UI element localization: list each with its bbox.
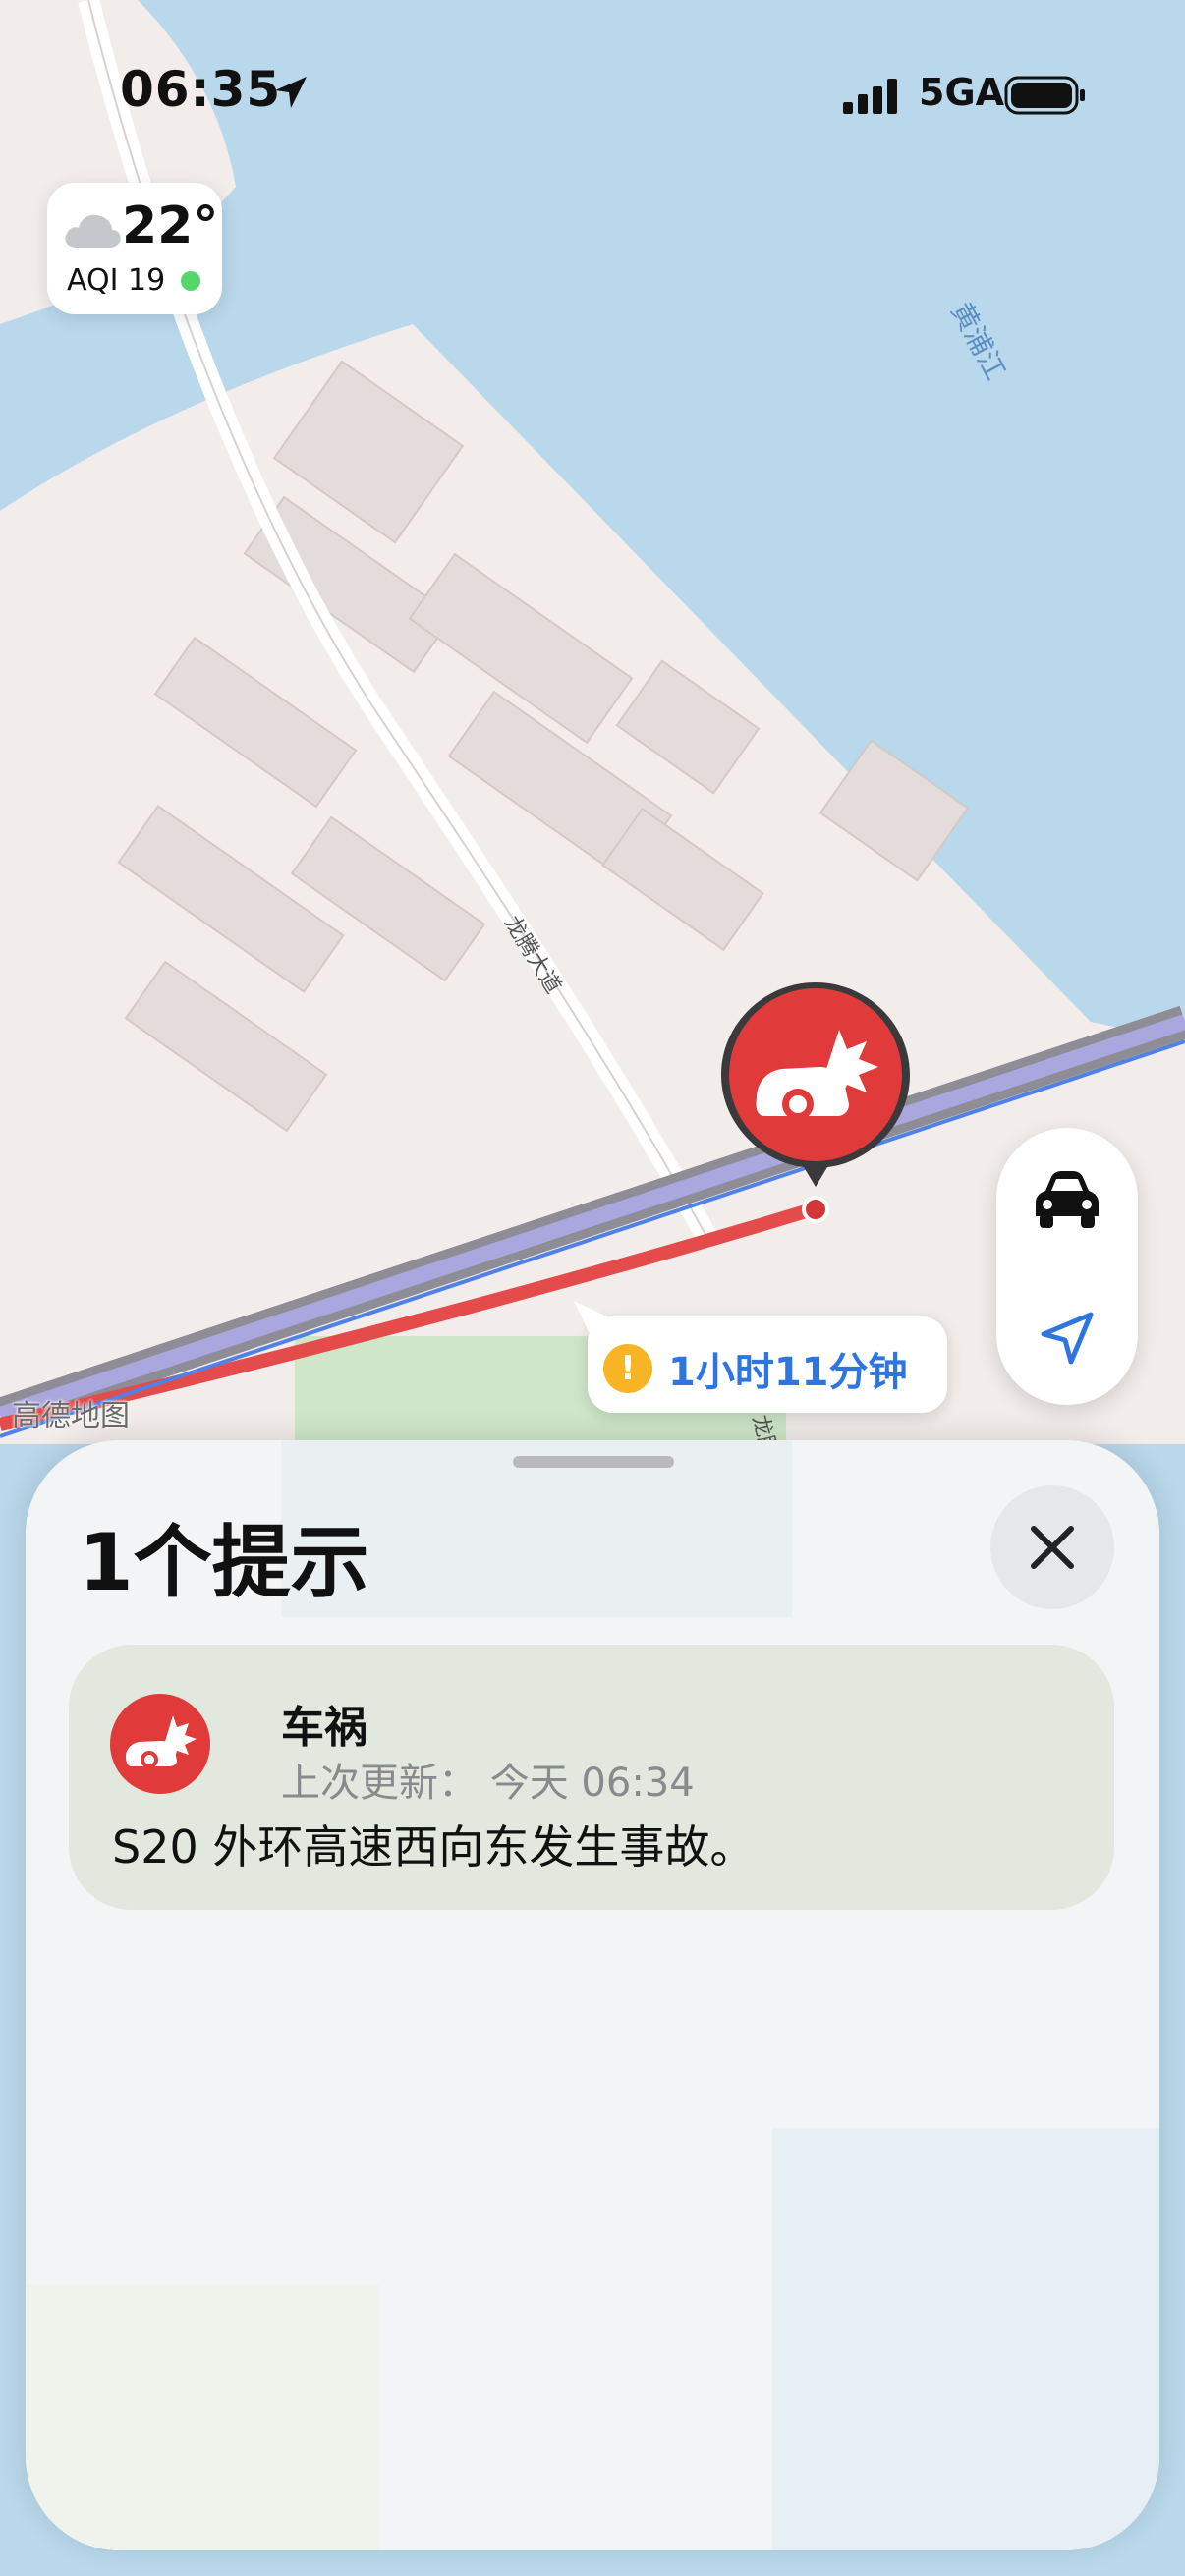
weather-widget[interactable]: 22° AQI 19 xyxy=(47,183,222,314)
status-bar: 06:35 5GA xyxy=(0,0,1185,187)
battery-icon xyxy=(1004,76,1085,115)
car-icon[interactable] xyxy=(1032,1169,1102,1230)
eta-duration: 1小时11分钟 xyxy=(668,1350,908,1395)
alert-updated-time: 上次更新： 今天 06:34 xyxy=(281,1761,695,1806)
close-button[interactable] xyxy=(990,1485,1114,1609)
alert-card[interactable]: 车祸 上次更新： 今天 06:34 S20 外环高速西向东发生事故。 xyxy=(69,1645,1114,1910)
status-time: 06:35 xyxy=(120,61,282,118)
cellular-signal-icon xyxy=(843,79,897,114)
sheet-title: 1个提示 xyxy=(79,1517,369,1608)
alert-description: S20 外环高速西向东发生事故。 xyxy=(112,1820,756,1874)
map-attribution: 高德地图 xyxy=(12,1399,130,1433)
location-arrow-icon[interactable] xyxy=(1038,1309,1097,1368)
alert-type: 车祸 xyxy=(281,1703,367,1753)
alerts-sheet: 1个提示 车祸 上次更新： 今天 06:34 S20 外环高速西向东发生事故。 xyxy=(26,1440,1159,2550)
map-controls xyxy=(996,1128,1138,1405)
weather-temperature: 22° xyxy=(122,196,219,255)
car-crash-icon xyxy=(110,1694,210,1794)
bubble-tail xyxy=(574,1301,611,1338)
sheet-grabber[interactable] xyxy=(513,1456,674,1468)
aqi-value: AQI 19 xyxy=(67,263,166,298)
location-services-icon xyxy=(275,77,307,108)
close-icon xyxy=(1031,1526,1074,1569)
network-type: 5GA xyxy=(919,71,1005,114)
warning-icon: ! xyxy=(603,1344,652,1393)
aqi-status-dot xyxy=(181,271,200,291)
incident-pin[interactable] xyxy=(721,980,910,1216)
cloud-icon xyxy=(65,214,121,248)
eta-bubble[interactable]: ! 1小时11分钟 xyxy=(574,1301,947,1413)
